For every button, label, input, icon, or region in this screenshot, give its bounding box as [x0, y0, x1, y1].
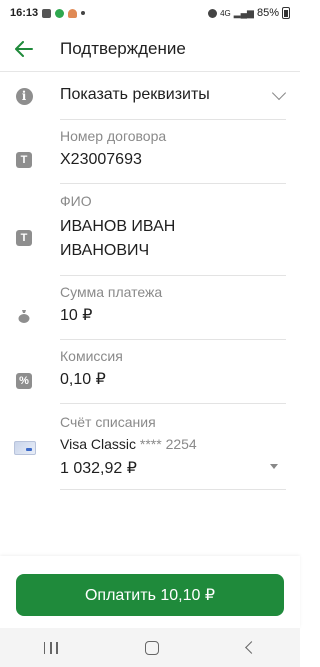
back-nav-icon[interactable]: [245, 641, 259, 654]
card-mask: **** 2254: [139, 436, 197, 452]
chevron-down-icon: [271, 85, 287, 101]
show-requisites-label: Показать реквизиты: [60, 86, 210, 103]
contract-label: Номер договора: [60, 128, 167, 144]
app-bar: Подтверждение: [0, 26, 300, 72]
dropdown-caret-icon[interactable]: [270, 464, 278, 469]
pay-area: Оплатить 10,10 ₽: [0, 556, 300, 628]
fio-value-line1: ИВАНОВ ИВАН: [60, 218, 176, 235]
page-title: Подтверждение: [60, 38, 186, 58]
recents-icon[interactable]: [43, 641, 58, 654]
commission-value: 0,10 ₽: [60, 371, 106, 388]
home-icon[interactable]: [145, 640, 160, 655]
account-label: Счёт списания: [60, 414, 156, 430]
money-bag-icon: [15, 307, 33, 325]
gallery-notification-icon: [42, 8, 52, 18]
arrow-left-icon: [15, 40, 33, 57]
card-icon: [13, 439, 37, 457]
whatsapp-notification-icon: [55, 8, 65, 18]
card-name: Visa Classic: [60, 436, 136, 452]
divider: [60, 403, 286, 404]
pay-button[interactable]: Оплатить 10,10 ₽: [16, 574, 284, 616]
divider: [60, 489, 286, 490]
signal-icon: ▂▄▆: [233, 7, 254, 18]
fio-label: ФИО: [60, 193, 92, 209]
amount-value: 10 ₽: [60, 307, 93, 324]
show-requisites-row[interactable]: i Показать реквизиты: [0, 78, 300, 118]
back-button[interactable]: [0, 26, 48, 72]
commission-label: Комиссия: [60, 348, 123, 364]
text-t-icon: T: [15, 229, 33, 247]
fio-value-line2: ИВАНОВИЧ: [60, 242, 150, 259]
contract-value: X23007693: [60, 151, 142, 168]
status-right: 4G ▂▄▆ 85%: [208, 7, 290, 19]
text-t-icon: T: [15, 151, 33, 169]
status-left: 16:13: [10, 7, 86, 19]
account-selector[interactable]: Visa Classic **** 2254: [60, 436, 197, 452]
battery-percent: 85%: [256, 7, 279, 19]
system-nav-bar: [0, 628, 300, 667]
network-type: 4G: [220, 8, 231, 18]
divider: [60, 339, 286, 340]
percent-icon: %: [15, 372, 33, 390]
more-notifications-icon: [81, 11, 86, 15]
amount-label: Сумма платежа: [60, 284, 163, 300]
status-time: 16:13: [10, 7, 39, 19]
info-icon: i: [15, 87, 33, 105]
divider: [60, 119, 286, 120]
battery-icon: [282, 7, 290, 19]
divider: [60, 183, 286, 184]
app-notification-icon: [68, 8, 78, 18]
status-bar: 16:13 4G ▂▄▆ 85%: [0, 0, 300, 26]
alarm-icon: [208, 8, 218, 18]
account-balance: 1 032,92 ₽: [60, 460, 137, 477]
divider: [60, 275, 286, 276]
